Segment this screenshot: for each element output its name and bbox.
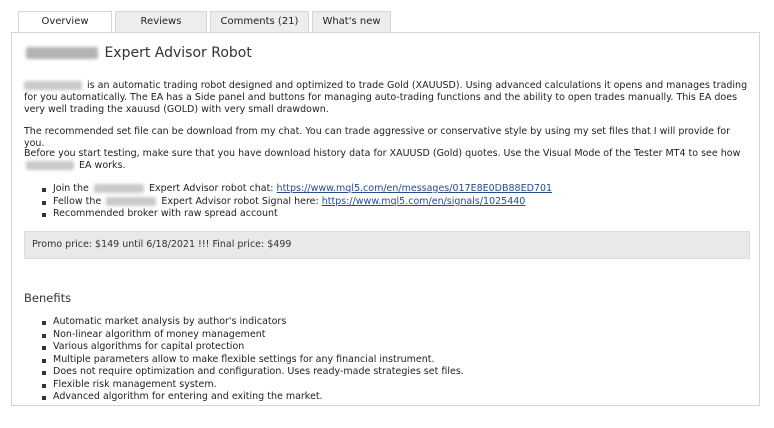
links-list: Join the Expert Advisor robot chat: http… — [42, 183, 552, 221]
redacted-product-name — [106, 196, 157, 206]
follow-mid: Expert Advisor robot Signal here: — [161, 195, 319, 207]
list-item: Does not require optimization and config… — [42, 366, 464, 379]
tab-whats-new[interactable]: What's new — [312, 11, 391, 32]
tab-comments[interactable]: Comments (21) — [210, 11, 309, 32]
list-item: Flexible risk management system. — [42, 379, 464, 392]
chat-link[interactable]: https://www.mql5.com/en/messages/017E8E0… — [277, 183, 553, 194]
intro-text: is an automatic trading robot designed a… — [24, 80, 748, 115]
benefits-heading: Benefits — [24, 291, 72, 305]
list-item: Non-linear algorithm of money management — [42, 329, 464, 342]
benefits-list: Automatic market analysis by author's in… — [42, 316, 464, 404]
redacted-product-name — [26, 161, 74, 170]
list-item: Various algorithms for capital protectio… — [42, 341, 464, 354]
signal-link[interactable]: https://www.mql5.com/en/signals/1025440 — [322, 196, 526, 207]
join-prefix: Join the — [53, 183, 89, 194]
intro-paragraph: is an automatic trading robot designed a… — [24, 80, 752, 116]
list-item: Advanced algorithm for entering and exit… — [42, 391, 464, 404]
setfile-paragraph: The recommended set file can be download… — [24, 126, 731, 149]
list-item: Fellow the Expert Advisor robot Signal h… — [42, 196, 552, 209]
promo-box: Promo price: $149 until 6/18/2021 !!! Fi… — [24, 231, 750, 259]
redacted-product-name — [93, 184, 144, 193]
page-title: Expert Advisor Robot — [24, 45, 252, 61]
join-mid: Expert Advisor robot chat: — [148, 183, 274, 194]
testing-suffix: EA works. — [79, 160, 126, 171]
page-title-text: Expert Advisor Robot — [104, 45, 252, 61]
redacted-product-name — [26, 47, 98, 59]
broker-text: Recommended broker with raw spread accou… — [53, 208, 278, 219]
list-item: Recommended broker with raw spread accou… — [42, 208, 552, 221]
list-item: Join the Expert Advisor robot chat: http… — [42, 183, 552, 196]
tab-overview[interactable]: Overview — [18, 11, 112, 33]
tab-reviews[interactable]: Reviews — [115, 11, 207, 32]
list-item: Multiple parameters allow to make flexib… — [42, 354, 464, 367]
list-item: Automatic market analysis by author's in… — [42, 316, 464, 329]
tab-bar: Overview Reviews Comments (21) What's ne… — [18, 11, 391, 33]
testing-text: Before you start testing, make sure that… — [24, 148, 741, 159]
follow-prefix: Fellow the — [53, 195, 102, 207]
overview-panel: Expert Advisor Robot is an automatic tra… — [11, 32, 760, 406]
testing-paragraph: Before you start testing, make sure that… — [24, 148, 752, 172]
redacted-product-name — [24, 81, 82, 90]
